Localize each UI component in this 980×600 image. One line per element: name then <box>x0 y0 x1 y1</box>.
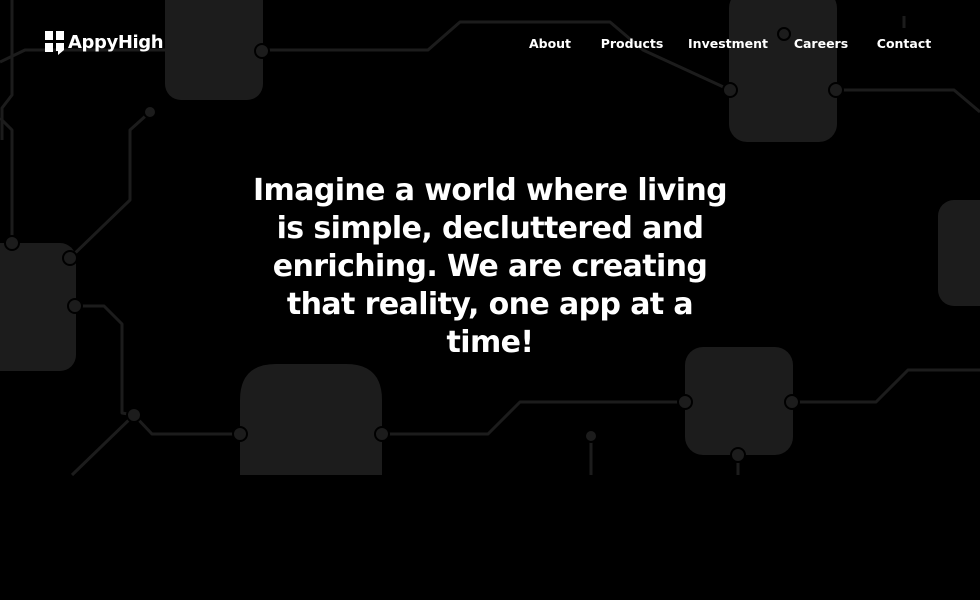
nav-link-careers[interactable]: Careers <box>794 35 848 53</box>
nav-link-about[interactable]: About <box>529 35 571 53</box>
nav-link-contact[interactable]: Contact <box>877 35 931 53</box>
app-tile <box>685 347 793 455</box>
nav-link-investment[interactable]: Investment <box>688 35 768 53</box>
main-nav: About Products Investment Careers Contac… <box>0 35 980 53</box>
hero-headline: Imagine a world where living is simple, … <box>252 173 728 360</box>
site-header: AppyHigh About Products Investment Caree… <box>0 0 980 86</box>
app-tile <box>240 364 382 475</box>
nav-link-products[interactable]: Products <box>601 35 664 53</box>
app-tile <box>938 200 980 306</box>
